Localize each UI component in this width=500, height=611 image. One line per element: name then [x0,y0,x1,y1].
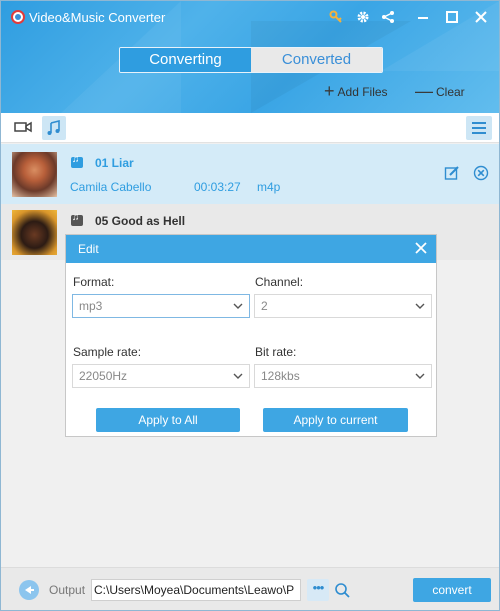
header: Video&Music Converter Converting Convert… [1,1,499,113]
format-value: mp3 [79,299,103,313]
edit-icon[interactable] [444,165,460,181]
channel-label: Channel: [255,275,304,289]
music-note-icon [71,212,83,226]
maximize-icon[interactable] [442,7,462,27]
app-window: Video&Music Converter Converting Convert… [0,0,500,611]
add-files-button[interactable]: + Add Files [324,81,388,102]
track-title: 05 Good as Hell [95,214,186,228]
apply-to-all-button[interactable]: Apply to All [96,408,240,432]
apply-to-current-button[interactable]: Apply to current [263,408,408,432]
plus-icon: + [324,81,335,101]
convert-button[interactable]: convert [413,578,491,602]
app-title: Video&Music Converter [29,10,166,25]
edit-dialog-title: Edit [78,242,99,256]
track-duration: 00:03:27 [194,180,241,194]
music-note-icon[interactable] [42,116,66,140]
sample-rate-select[interactable]: 22050Hz [72,364,250,388]
channel-value: 2 [261,299,268,313]
bit-rate-select[interactable]: 128kbs [254,364,432,388]
chevron-down-icon [415,303,425,309]
format-label: Format: [73,275,115,289]
app-logo-icon [11,10,25,24]
clear-button[interactable]: — Clear [415,81,465,102]
video-camera-icon[interactable] [11,116,35,140]
track-artist: Camila Cabello [70,180,152,194]
minimize-icon[interactable] [413,7,433,27]
tab-converted[interactable]: Converted [251,48,382,72]
add-files-label: Add Files [337,84,388,99]
chevron-down-icon [233,373,243,379]
chevron-down-icon [415,373,425,379]
clear-label: Clear [436,84,465,99]
back-arrow-icon[interactable] [19,580,39,600]
track-title: 01 Liar [95,156,134,170]
output-path-field[interactable]: C:\Users\Moyea\Documents\Leawo\P [91,579,301,601]
sample-rate-label: Sample rate: [73,345,142,359]
list-item[interactable]: 01 Liar Camila Cabello 00:03:27 m4p [1,144,499,204]
track-format: m4p [257,180,281,194]
close-window-icon[interactable] [471,7,491,27]
footer-bar: Output C:\Users\Moyea\Documents\Leawo\P … [1,567,499,610]
bit-rate-label: Bit rate: [255,345,297,359]
bit-rate-value: 128kbs [261,369,300,383]
album-art [12,210,57,255]
album-art [12,152,57,197]
search-icon[interactable] [332,579,352,601]
menu-icon[interactable] [466,116,492,140]
edit-dialog-header: Edit [66,235,436,263]
key-icon[interactable] [326,7,346,27]
remove-track-icon[interactable] [473,165,489,181]
tab-converting[interactable]: Converting [120,48,251,72]
chevron-down-icon [233,303,243,309]
sample-rate-value: 22050Hz [79,369,128,383]
edit-dialog: Edit Format: mp3 Channel: 2 Sample rate:… [65,234,437,437]
minus-icon: — [415,81,433,101]
gear-icon[interactable] [353,7,373,27]
channel-select[interactable]: 2 [254,294,432,318]
view-tabs: Converting Converted [119,47,383,73]
close-icon[interactable] [414,241,428,255]
output-label: Output [49,583,86,597]
share-icon[interactable] [378,7,398,27]
music-note-icon [71,154,83,168]
media-toolbar [1,113,499,143]
browse-more-button[interactable]: ••• [307,579,329,601]
format-select[interactable]: mp3 [72,294,250,318]
